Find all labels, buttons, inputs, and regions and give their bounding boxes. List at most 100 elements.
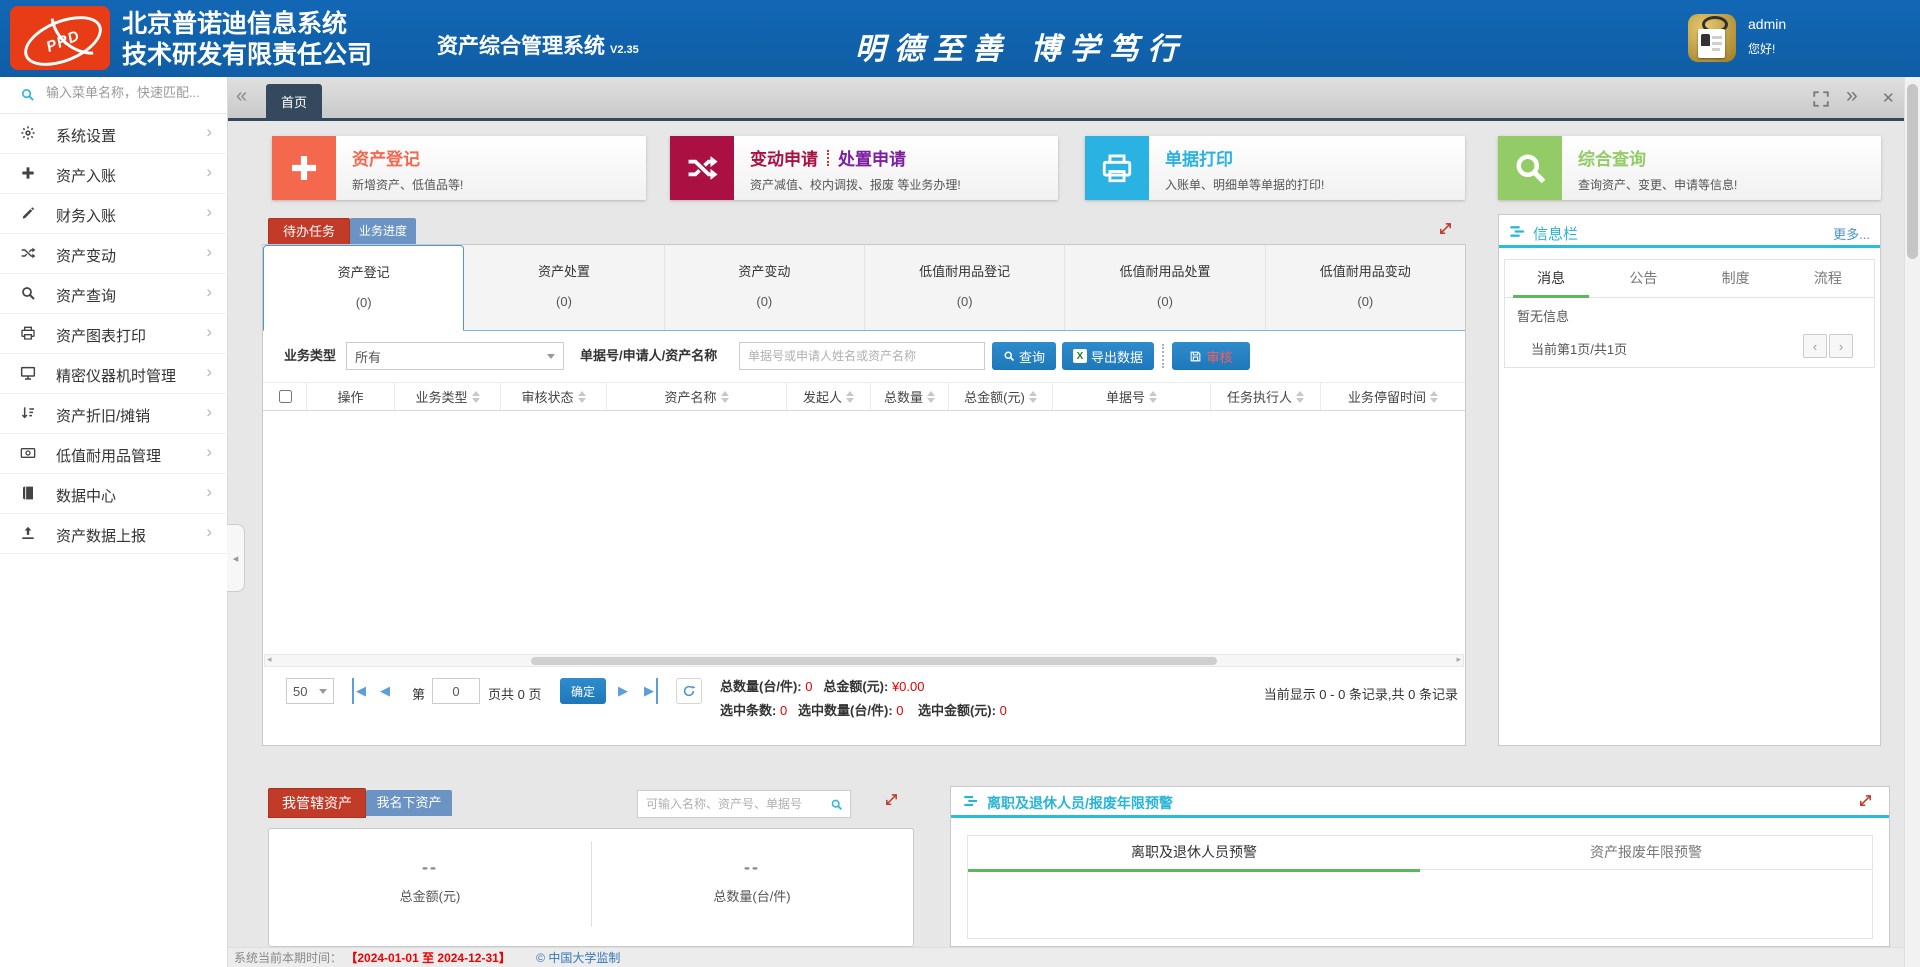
- expand-panel-icon[interactable]: [1438, 221, 1453, 236]
- page-number-input[interactable]: [433, 679, 479, 703]
- info-prev-button[interactable]: ‹: [1803, 334, 1827, 358]
- sidebar-item-data-report[interactable]: 资产数据上报 ›: [0, 513, 228, 554]
- chevron-right-icon: ›: [206, 122, 212, 142]
- col-total-qty[interactable]: 总数量: [871, 383, 949, 410]
- sidebar-item-finance-entry[interactable]: 财务入账 ›: [0, 193, 228, 234]
- table-hscrollbar[interactable]: ◂ ▸: [264, 654, 1464, 667]
- printer-icon: [20, 325, 36, 341]
- subtab-asset-register[interactable]: 资产登记 (0): [263, 245, 464, 331]
- sidebar-item-chart-print[interactable]: 资产图表打印 ›: [0, 313, 228, 354]
- asset-search-input[interactable]: [638, 791, 850, 817]
- close-tab-icon[interactable]: ✕: [1882, 89, 1895, 107]
- list-icon: [963, 793, 979, 809]
- more-link[interactable]: 更多...: [1833, 224, 1870, 243]
- query-button[interactable]: 查询: [992, 342, 1056, 370]
- subtab-lowvalue-disposal[interactable]: 低值耐用品处置 (0): [1065, 245, 1265, 330]
- copyright-link[interactable]: © 中国大学监制: [536, 951, 620, 965]
- doc-search-input[interactable]: [740, 343, 984, 369]
- tabs-scroll-right-icon[interactable]: »: [1846, 84, 1858, 108]
- tab-managed-assets[interactable]: 我管辖资产: [268, 788, 366, 818]
- sidebar-item-depreciation[interactable]: 资产折旧/摊销 ›: [0, 393, 228, 434]
- sidebar-item-lowvalue-mgmt[interactable]: 低值耐用品管理 ›: [0, 433, 228, 474]
- tabs-scroll-left-icon[interactable]: «: [236, 85, 247, 108]
- chevron-right-icon: ›: [206, 322, 212, 342]
- sidebar-item-system-settings[interactable]: 系统设置 ›: [0, 113, 228, 154]
- sort-icon[interactable]: [1430, 391, 1438, 403]
- col-total-amount[interactable]: 总金额(元): [949, 383, 1053, 410]
- info-tab-workflow[interactable]: 流程: [1782, 259, 1874, 298]
- sort-icon[interactable]: [578, 391, 586, 403]
- search-icon: [20, 87, 35, 102]
- audit-button[interactable]: 审核: [1172, 342, 1250, 370]
- sort-icon[interactable]: [927, 391, 935, 403]
- card-comprehensive-query[interactable]: 综合查询 查询资产、变更、申请等信息!: [1498, 136, 1881, 200]
- prev-page-icon[interactable]: ◀: [380, 678, 390, 704]
- page-scrollbar[interactable]: [1904, 77, 1920, 967]
- info-tab-announcements[interactable]: 公告: [1597, 259, 1689, 298]
- col-business-type[interactable]: 业务类型: [395, 383, 501, 410]
- menu-search-input[interactable]: [44, 84, 218, 101]
- collapse-icon: ◂: [233, 552, 239, 565]
- col-stay-time[interactable]: 业务停留时间: [1321, 383, 1465, 410]
- sort-icon[interactable]: [1149, 391, 1157, 403]
- user-avatar[interactable]: [1688, 14, 1736, 62]
- expand-panel-icon[interactable]: [1858, 793, 1873, 808]
- hscroll-left-icon[interactable]: ◂: [267, 654, 272, 665]
- sidebar-item-data-center[interactable]: 数据中心 ›: [0, 473, 228, 514]
- sidebar-item-asset-entry[interactable]: 资产入账 ›: [0, 153, 228, 194]
- page-size-select[interactable]: 50: [286, 678, 334, 704]
- hscroll-thumb[interactable]: [531, 657, 1217, 665]
- page-confirm-button[interactable]: 确定: [560, 678, 606, 704]
- sort-icon[interactable]: [1029, 391, 1037, 403]
- sort-icon[interactable]: [1296, 391, 1304, 403]
- info-tab-messages[interactable]: 消息: [1505, 259, 1597, 298]
- card-title-change[interactable]: 变动申请: [750, 145, 818, 170]
- info-next-button[interactable]: ›: [1829, 334, 1853, 358]
- excel-icon: X: [1073, 349, 1087, 363]
- my-assets-body: -- 总金额(元) -- 总数量(台/件): [268, 828, 914, 947]
- search-icon[interactable]: [830, 798, 843, 811]
- card-asset-register[interactable]: 资产登记 新增资产、低值品等!: [272, 136, 646, 200]
- card-change-apply[interactable]: 变动申请 处置申请 资产减值、校内调拨、报废 等业务办理!: [670, 136, 1058, 200]
- sidebar-item-instrument-hours[interactable]: 精密仪器机时管理 ›: [0, 353, 228, 394]
- sort-icon[interactable]: [846, 391, 854, 403]
- col-doc-number[interactable]: 单据号: [1053, 383, 1211, 410]
- subtab-asset-change[interactable]: 资产变动 (0): [665, 245, 865, 330]
- toolbar-divider: [1162, 344, 1164, 368]
- sidebar-item-asset-query[interactable]: 资产查询 ›: [0, 273, 228, 314]
- fullscreen-icon[interactable]: [1812, 90, 1830, 108]
- select-all-checkbox[interactable]: [279, 390, 292, 403]
- warning-tab-retirees[interactable]: 离职及退休人员预警: [968, 835, 1420, 870]
- hscroll-right-icon[interactable]: ▸: [1456, 654, 1461, 665]
- menu-search[interactable]: [0, 77, 228, 114]
- tab-my-assets[interactable]: 我名下资产: [366, 790, 452, 816]
- info-tab-rules[interactable]: 制度: [1690, 259, 1782, 298]
- export-data-button[interactable]: X 导出数据: [1062, 342, 1154, 370]
- sidebar-item-asset-change[interactable]: 资产变动 ›: [0, 233, 228, 274]
- refresh-button[interactable]: [676, 678, 702, 704]
- tab-business-progress[interactable]: 业务进度: [350, 218, 416, 244]
- username[interactable]: admin: [1748, 16, 1786, 32]
- stat-total-amount: -- 总金额(元): [269, 857, 591, 905]
- subtab-asset-disposal[interactable]: 资产处置 (0): [464, 245, 664, 330]
- col-asset-name[interactable]: 资产名称: [607, 383, 787, 410]
- col-task-executor[interactable]: 任务执行人: [1211, 383, 1321, 410]
- next-page-icon[interactable]: ▶: [618, 678, 628, 704]
- first-page-icon[interactable]: ◀: [352, 678, 366, 704]
- business-type-select[interactable]: 所有: [346, 342, 564, 370]
- expand-panel-icon[interactable]: [884, 792, 899, 807]
- sort-icon[interactable]: [721, 391, 729, 403]
- subtab-lowvalue-change[interactable]: 低值耐用品变动 (0): [1266, 245, 1465, 330]
- card-doc-print[interactable]: 单据打印 入账单、明细单等单据的打印!: [1085, 136, 1465, 200]
- subtab-lowvalue-register[interactable]: 低值耐用品登记 (0): [865, 245, 1065, 330]
- col-initiator[interactable]: 发起人: [787, 383, 871, 410]
- card-title-disposal[interactable]: 处置申请: [838, 145, 906, 170]
- col-audit-status[interactable]: 审核状态: [501, 383, 607, 410]
- sort-icon[interactable]: [472, 391, 480, 403]
- last-page-icon[interactable]: ▶: [644, 678, 658, 704]
- scrollbar-thumb[interactable]: [1907, 84, 1918, 259]
- tab-todo-tasks[interactable]: 待办任务: [268, 218, 350, 246]
- tab-home[interactable]: 首页: [266, 84, 322, 121]
- warning-tab-scrap-age[interactable]: 资产报废年限预警: [1420, 835, 1872, 870]
- sidebar-collapse-handle[interactable]: ◂: [227, 524, 245, 592]
